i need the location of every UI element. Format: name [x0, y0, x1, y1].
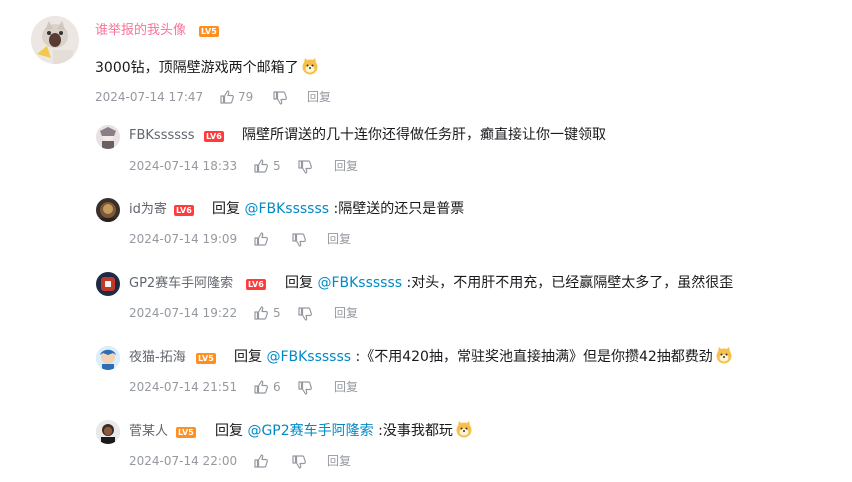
- like-count: 79: [238, 90, 254, 104]
- mention-link[interactable]: @FBKssssss: [244, 201, 329, 217]
- reply-time: 2024-07-14 19:09: [129, 232, 238, 246]
- like-icon[interactable]: [253, 453, 269, 469]
- level-badge: LV6: [246, 279, 266, 290]
- username[interactable]: GP2赛车手阿隆索: [129, 275, 233, 293]
- like-icon[interactable]: [253, 158, 269, 174]
- reply-text: 隔壁所谓送的几十连你还得做任务肝，癫直接让你一键领取: [242, 124, 606, 146]
- username[interactable]: 谁举报的我头像: [95, 22, 186, 40]
- reply-text: 回复 @FBKssssss :《不用420抽，常驻奖池直接抽满》但是你攒42抽都…: [234, 346, 733, 368]
- level-badge: LV5: [199, 26, 219, 37]
- dislike-icon[interactable]: [297, 380, 313, 396]
- reply-time: 2024-07-14 22:00: [129, 454, 238, 468]
- reply-text-content: 隔壁所谓送的几十连你还得做任务肝，癫直接让你一键领取: [242, 127, 606, 143]
- level-badge: LV6: [174, 205, 194, 216]
- like-icon[interactable]: [253, 305, 269, 321]
- avatar[interactable]: [96, 125, 120, 149]
- avatar[interactable]: [96, 198, 120, 222]
- like-icon[interactable]: [253, 231, 269, 247]
- reply-text-content: :隔壁送的还只是普票: [329, 201, 465, 217]
- username[interactable]: FBKssssss: [129, 127, 195, 145]
- level-badge: LV5: [196, 353, 216, 364]
- mention-link[interactable]: @FBKssssss: [266, 349, 351, 365]
- reply-prefix: 回复: [285, 275, 318, 291]
- reply-button[interactable]: 回复: [327, 231, 351, 247]
- reply-text-content: :对头，不用肝不用充，已经赢隔壁太多了，虽然很歪: [402, 275, 734, 291]
- avatar[interactable]: [31, 16, 79, 64]
- doge-emoji: [455, 420, 473, 438]
- level-badge: LV5: [176, 427, 196, 438]
- dislike-icon[interactable]: [291, 454, 307, 470]
- reply-button[interactable]: 回复: [327, 453, 351, 469]
- reply-prefix: 回复: [215, 423, 248, 439]
- dislike-icon[interactable]: [297, 159, 313, 175]
- dislike-icon[interactable]: [297, 306, 313, 322]
- username[interactable]: 夜猫-拓海: [129, 349, 186, 367]
- comment-text-content: 3000钻，顶隔壁游戏两个邮箱了: [95, 60, 299, 76]
- avatar[interactable]: [96, 272, 120, 296]
- comment-time: 2024-07-14 17:47: [95, 90, 204, 104]
- reply-button[interactable]: 回复: [334, 158, 358, 174]
- reply-prefix: 回复: [212, 201, 245, 217]
- doge-emoji: [301, 57, 319, 75]
- avatar[interactable]: [96, 420, 120, 444]
- reply-prefix: 回复: [234, 349, 267, 365]
- reply-text-content: :没事我都玩: [373, 423, 453, 439]
- reply-time: 2024-07-14 18:33: [129, 159, 238, 173]
- reply-text: 回复 @FBKssssss :对头，不用肝不用充，已经赢隔壁太多了，虽然很歪: [285, 272, 733, 294]
- like-icon[interactable]: [253, 379, 269, 395]
- root-comment: 谁举报的我头像 LV5 3000钻，顶隔壁游戏两个邮箱了 2024-07-14 …: [0, 0, 852, 120]
- avatar[interactable]: [96, 346, 120, 370]
- level-badge: LV6: [204, 131, 224, 142]
- reply-text: 回复 @GP2赛车手阿隆索 :没事我都玩: [215, 420, 473, 442]
- doge-emoji: [715, 346, 733, 364]
- dislike-icon[interactable]: [291, 232, 307, 248]
- dislike-icon[interactable]: [272, 90, 288, 106]
- reply-text-content: :《不用420抽，常驻奖池直接抽满》但是你攒42抽都费劲: [351, 349, 713, 365]
- mention-link[interactable]: @FBKssssss: [317, 275, 402, 291]
- reply-button[interactable]: 回复: [334, 379, 358, 395]
- like-icon[interactable]: [219, 89, 235, 105]
- reply-button[interactable]: 回复: [334, 305, 358, 321]
- reply-text: 回复 @FBKssssss :隔壁送的还只是普票: [212, 198, 464, 220]
- reply-time: 2024-07-14 19:22: [129, 306, 238, 320]
- mention-link[interactable]: @GP2赛车手阿隆索: [247, 423, 373, 439]
- reply-button[interactable]: 回复: [307, 89, 331, 105]
- like-count: 6: [273, 380, 281, 394]
- comment-text: 3000钻，顶隔壁游戏两个邮箱了: [95, 57, 319, 79]
- username[interactable]: id为寄: [129, 201, 167, 219]
- like-count: 5: [273, 306, 281, 320]
- like-count: 5: [273, 159, 281, 173]
- reply-time: 2024-07-14 21:51: [129, 380, 238, 394]
- username[interactable]: 菅某人: [129, 423, 168, 441]
